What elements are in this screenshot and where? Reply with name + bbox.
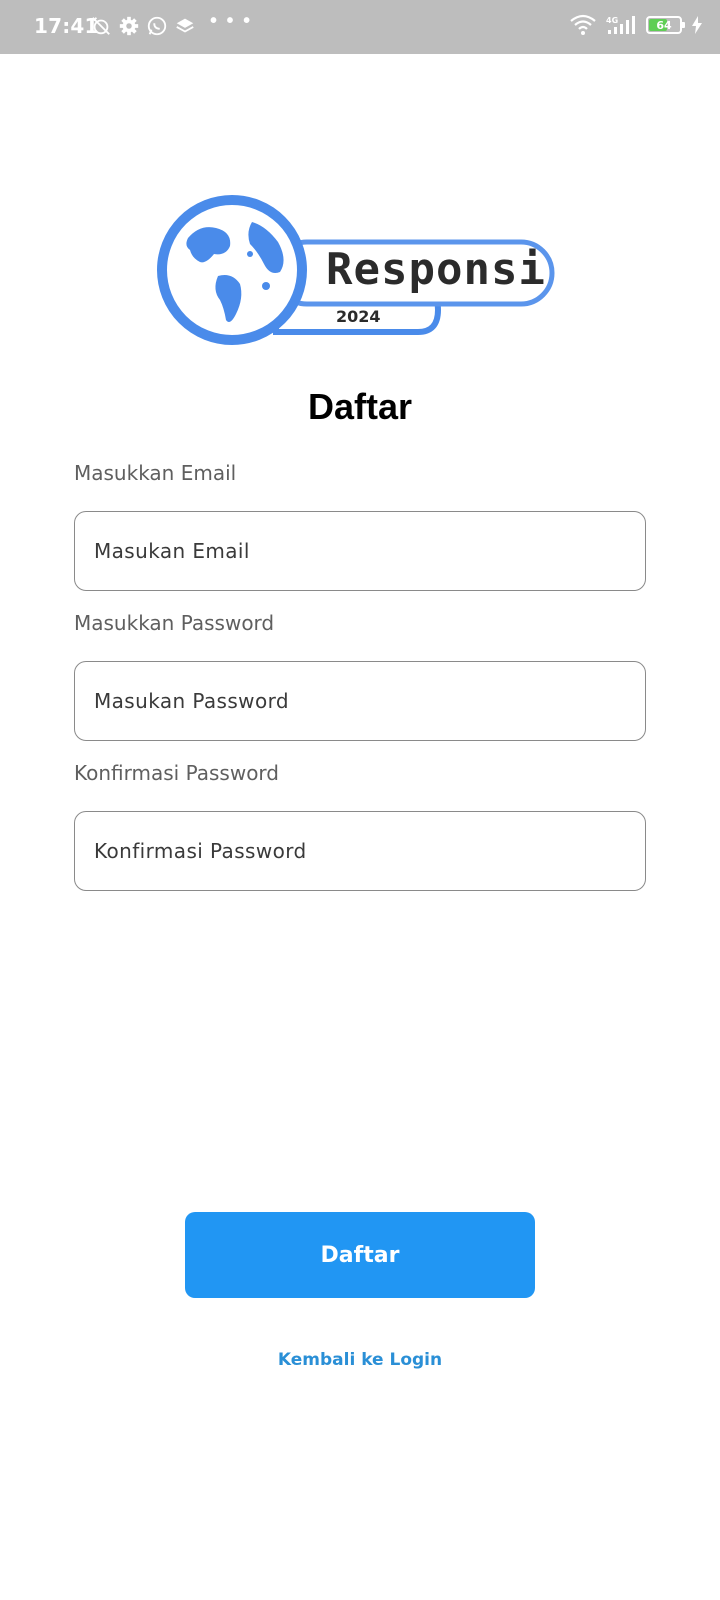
email-field[interactable] — [74, 511, 646, 591]
gear-icon — [119, 16, 139, 36]
alarm-off-icon — [92, 17, 110, 35]
register-button[interactable]: Daftar — [185, 1212, 535, 1298]
app-logo: Responsi 2024 — [157, 195, 555, 345]
status-time: 17:41 — [34, 14, 99, 38]
logo-year-text: 2024 — [336, 307, 381, 326]
confirm-password-field[interactable] — [74, 811, 646, 891]
status-bar: 17:41 • • • 4G 64 — [0, 0, 720, 54]
signal-icon — [608, 16, 635, 34]
email-label: Masukkan Email — [74, 461, 237, 485]
password-input[interactable] — [94, 689, 645, 713]
more-notifications-icon: • • • — [210, 10, 253, 32]
globe-icon — [157, 195, 307, 345]
logo-brand-text: Responsi — [326, 244, 546, 295]
page-title: Daftar — [307, 386, 413, 427]
back-to-login-link[interactable]: Kembali ke Login — [0, 1350, 720, 1370]
battery-level: 64 — [656, 18, 672, 32]
password-field[interactable] — [74, 661, 646, 741]
charging-icon — [692, 16, 702, 34]
layers-icon — [176, 18, 194, 33]
confirm-password-label: Konfirmasi Password — [74, 761, 279, 785]
system-icons: 64 — [570, 14, 702, 36]
email-input[interactable] — [94, 539, 645, 563]
battery-icon: 64 — [646, 16, 685, 34]
notification-icons — [90, 15, 196, 37]
wifi-icon — [570, 14, 596, 35]
password-label: Masukkan Password — [74, 611, 275, 635]
whatsapp-icon — [147, 16, 167, 36]
confirm-password-input[interactable] — [94, 839, 645, 863]
